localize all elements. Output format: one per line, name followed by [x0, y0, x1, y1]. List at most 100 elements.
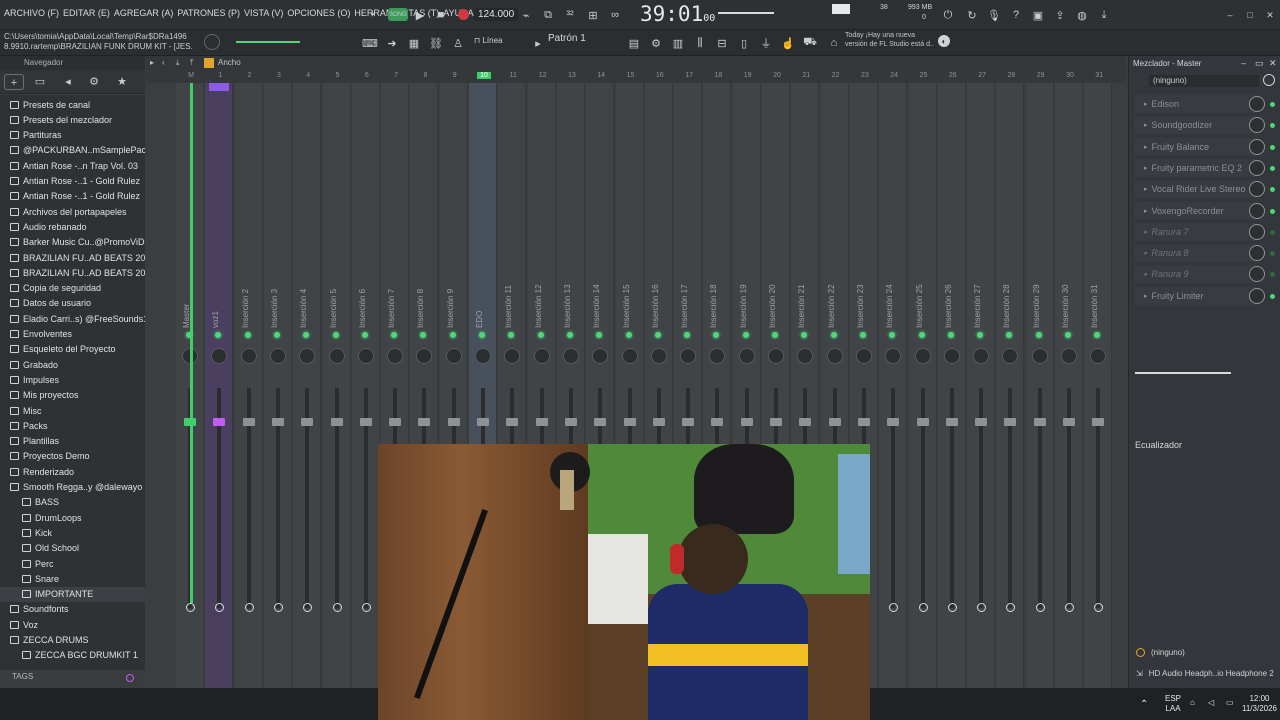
- track-number[interactable]: 24: [887, 72, 901, 79]
- browser-icon[interactable]: ⊟: [714, 35, 730, 51]
- menu-item[interactable]: AGREGAR (A): [114, 8, 174, 18]
- track-active-led[interactable]: [566, 332, 573, 338]
- route-icon[interactable]: [889, 603, 899, 612]
- browser-item[interactable]: Eladio Carri..s) @FreeSounds1: [0, 311, 145, 326]
- browser-item[interactable]: Envolventes: [0, 327, 145, 342]
- route-icon[interactable]: [1035, 603, 1045, 612]
- browser-item[interactable]: Perc: [0, 556, 145, 571]
- mixer-width-label[interactable]: Ancho: [218, 58, 241, 67]
- browser-item[interactable]: ZECCA DRUMS: [0, 633, 145, 648]
- output-selector[interactable]: (ninguno): [1132, 648, 1278, 662]
- track-number[interactable]: 19: [741, 72, 755, 79]
- snap-selector[interactable]: ⊓ Línea: [474, 36, 524, 50]
- folder-icon[interactable]: ▭: [30, 74, 50, 90]
- fx-slot[interactable]: ▸ Ranura 7: [1134, 222, 1258, 241]
- track-number[interactable]: 6: [360, 72, 374, 79]
- fx-mix-knob[interactable]: [1249, 223, 1265, 240]
- browser-item[interactable]: Antian Rose -..1 - Gold Rulez: [0, 174, 145, 189]
- microphone-icon[interactable]: 🎙: [986, 7, 1002, 23]
- track-active-led[interactable]: [1065, 332, 1071, 338]
- pan-knob[interactable]: [973, 348, 990, 364]
- track-active-led[interactable]: [859, 332, 866, 338]
- fader-cap[interactable]: [799, 418, 812, 426]
- pan-knob[interactable]: [269, 348, 286, 364]
- fx-mix-knob[interactable]: [1249, 138, 1265, 155]
- fader-cap[interactable]: [506, 418, 519, 426]
- fader-cap[interactable]: [945, 418, 958, 426]
- plugin-icon[interactable]: ⏚: [758, 35, 774, 51]
- tempo-display[interactable]: 124.000: [474, 8, 519, 21]
- track-active-led[interactable]: [830, 332, 837, 338]
- browser-item[interactable]: Archivos del portapapeles: [0, 204, 145, 219]
- pan-knob[interactable]: [680, 348, 697, 364]
- fx-enable-led[interactable]: [1270, 102, 1275, 107]
- browser-item[interactable]: Impulses: [0, 372, 145, 387]
- mixer-track[interactable]: Inserción 29: [1025, 83, 1054, 688]
- fx-mix-knob[interactable]: [1249, 159, 1265, 176]
- pattern-prev-icon[interactable]: ▸: [530, 35, 546, 51]
- track-active-led[interactable]: [273, 332, 280, 338]
- track-active-led[interactable]: [713, 332, 720, 338]
- mixer-track[interactable]: Inserción 6: [351, 83, 380, 688]
- track-number[interactable]: 4: [301, 72, 315, 79]
- pan-knob[interactable]: [1061, 348, 1077, 364]
- browser-item[interactable]: Partituras: [0, 128, 145, 143]
- mixer-icon[interactable]: ⫼: [692, 35, 708, 51]
- track-active-led[interactable]: [391, 332, 398, 338]
- pan-knob[interactable]: [533, 348, 550, 364]
- pan-knob[interactable]: [387, 348, 404, 364]
- track-number[interactable]: 12: [536, 72, 550, 79]
- fx-slot[interactable]: ▸ Ranura 8: [1134, 244, 1258, 263]
- fx-enable-led[interactable]: [1270, 293, 1275, 299]
- fader-cap[interactable]: [652, 418, 665, 426]
- track-active-led[interactable]: [244, 332, 251, 338]
- fx-mix-knob[interactable]: [1249, 202, 1265, 219]
- close-icon[interactable]: ✕: [1262, 7, 1278, 23]
- track-number[interactable]: 17: [682, 72, 696, 79]
- browser-item[interactable]: Barker Music Cu..@PromoViDo: [0, 235, 145, 250]
- track-number[interactable]: 15: [624, 72, 638, 79]
- track-number[interactable]: 25: [917, 72, 931, 79]
- pan-knob[interactable]: [1090, 348, 1107, 364]
- browser-item[interactable]: Renderizado: [0, 464, 145, 479]
- mixer-track[interactable]: Inserción 2: [234, 83, 263, 688]
- news-icon[interactable]: ◐: [938, 35, 950, 47]
- fader-cap[interactable]: [975, 418, 988, 426]
- countdown-icon[interactable]: ³²: [562, 7, 578, 23]
- pan-knob[interactable]: [504, 348, 521, 364]
- pan-knob[interactable]: [328, 348, 345, 364]
- menu-item[interactable]: ARCHIVO (F): [4, 8, 59, 18]
- track-number[interactable]: 8: [418, 72, 432, 79]
- fader-cap[interactable]: [1033, 418, 1046, 426]
- fader-cap[interactable]: [594, 418, 607, 426]
- blend-notes-icon[interactable]: ⊞: [585, 7, 601, 23]
- export-icon[interactable]: ⇪: [1052, 7, 1068, 23]
- track-number[interactable]: 31: [1092, 72, 1106, 79]
- fx-slot[interactable]: ▸ Edison: [1134, 95, 1258, 113]
- save-icon[interactable]: ▣: [1030, 7, 1046, 23]
- track-number[interactable]: 27: [975, 72, 989, 79]
- pan-knob[interactable]: [1031, 348, 1048, 364]
- arrow-right-icon[interactable]: ➜: [384, 35, 400, 51]
- fx-enable-led[interactable]: [1270, 144, 1275, 150]
- fader-cap[interactable]: [271, 418, 284, 426]
- star-icon[interactable]: ★: [112, 74, 132, 90]
- pan-knob[interactable]: [797, 348, 814, 364]
- pan-knob[interactable]: [1002, 348, 1019, 364]
- fader-cap[interactable]: [916, 418, 929, 426]
- fader-cap[interactable]: [359, 418, 372, 426]
- pan-knob[interactable]: [475, 348, 491, 364]
- track-active-led[interactable]: [215, 332, 222, 338]
- track-number[interactable]: 26: [946, 72, 960, 79]
- pattern-list-icon[interactable]: ▤: [626, 35, 642, 51]
- battery-icon[interactable]: ▭: [1226, 698, 1234, 708]
- panel-stereo-slider[interactable]: [1135, 372, 1231, 374]
- fader-cap[interactable]: [770, 418, 782, 426]
- pan-knob[interactable]: [914, 348, 931, 364]
- browser-item[interactable]: DrumLoops: [0, 510, 145, 525]
- track-number[interactable]: M: [184, 72, 198, 79]
- pan-knob[interactable]: [621, 348, 638, 364]
- menu-item[interactable]: PATRONES (P): [177, 8, 240, 18]
- track-active-led[interactable]: [947, 332, 954, 338]
- browser-item[interactable]: BASS: [0, 495, 145, 510]
